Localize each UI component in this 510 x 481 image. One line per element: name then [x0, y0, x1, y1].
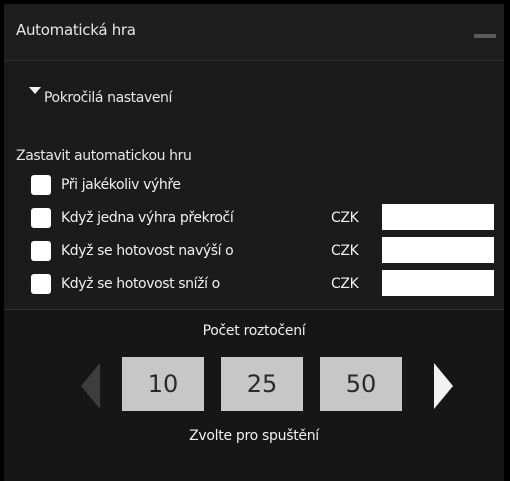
single-win-exceeds-row: Když jedna výhra překročí CZK [4, 204, 504, 234]
currency-label: CZK [331, 276, 359, 292]
autoplay-panel: Automatická hra Pokročilá nastavení Zast… [4, 4, 504, 481]
single-win-exceeds-label[interactable]: Když jedna výhra překročí [61, 210, 234, 226]
cash-increases-row: Když se hotovost navýší o CZK [4, 237, 504, 267]
currency-label: CZK [331, 210, 359, 226]
panel-title: Automatická hra [16, 21, 136, 39]
currency-label: CZK [331, 243, 359, 259]
single-win-exceeds-checkbox[interactable] [31, 208, 51, 228]
spin-count-button-50[interactable]: 50 [320, 357, 402, 411]
stop-on-any-win-checkbox[interactable] [31, 175, 51, 195]
cash-decreases-checkbox[interactable] [31, 274, 51, 294]
advanced-settings-label[interactable]: Pokročilá nastavení [44, 90, 172, 106]
cash-decreases-label[interactable]: Když se hotovost sníží o [61, 276, 220, 292]
single-win-exceeds-input[interactable] [382, 204, 494, 230]
spin-count-button-25[interactable]: 25 [221, 357, 303, 411]
cash-decreases-row: Když se hotovost sníží o CZK [4, 270, 504, 300]
cash-increases-checkbox[interactable] [31, 241, 51, 261]
cash-decreases-input[interactable] [382, 270, 494, 296]
caret-down-icon[interactable] [29, 87, 41, 94]
stop-autoplay-title: Zastavit automatickou hru [16, 148, 192, 164]
stop-on-any-win-label[interactable]: Při jakékoliv výhře [61, 177, 181, 193]
cash-increases-label[interactable]: Když se hotovost navýší o [61, 243, 234, 259]
previous-arrow-icon[interactable] [81, 363, 100, 409]
next-arrow-icon[interactable] [434, 363, 453, 409]
stop-on-any-win-row: Při jakékoliv výhře [4, 171, 504, 201]
spin-count-hint: Zvolte pro spuštění [189, 428, 319, 444]
panel-titlebar: Automatická hra [4, 4, 504, 61]
cash-increases-input[interactable] [382, 237, 494, 263]
minimize-icon[interactable] [474, 34, 496, 38]
spin-count-button-10[interactable]: 10 [122, 357, 204, 411]
spin-count-title: Počet roztočení [202, 323, 306, 339]
